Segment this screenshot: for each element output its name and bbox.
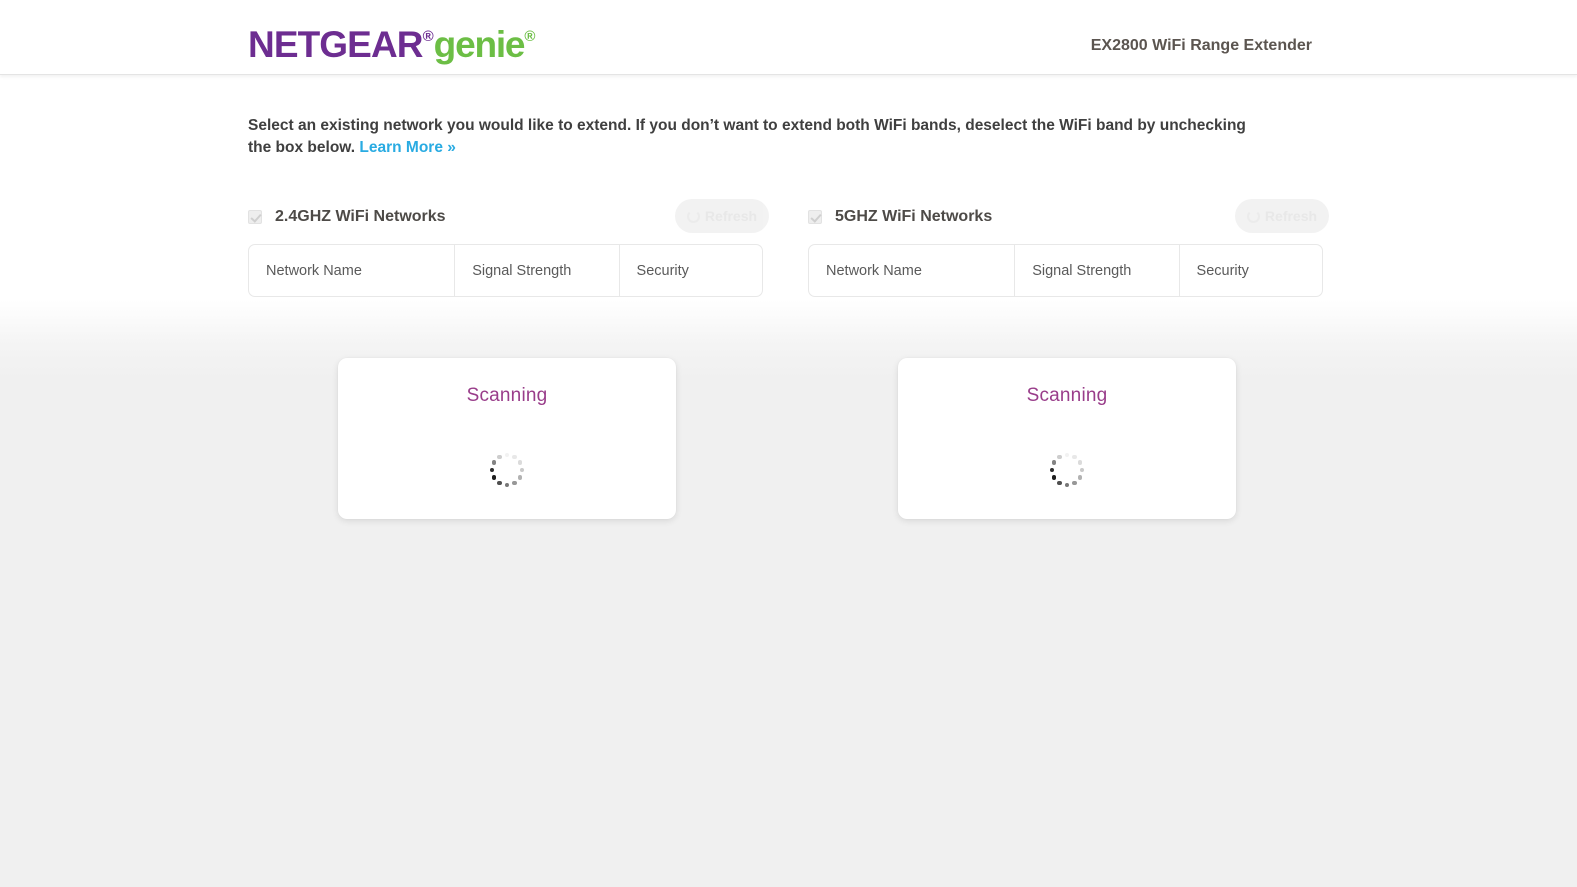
learn-more-link[interactable]: Learn More » — [359, 139, 455, 156]
instruction-line-1: Select an existing network you would lik… — [248, 117, 1156, 134]
refresh-icon — [1246, 209, 1260, 223]
logo-netgear-text: NETGEAR — [248, 24, 424, 65]
band-title-2-4ghz: 2.4GHZ WiFi Networks — [275, 208, 446, 225]
column-header-network-name: Network Name — [249, 245, 456, 296]
loading-spinner-icon — [1047, 450, 1087, 490]
network-table-header-2-4ghz: Network Name Signal Strength Security — [248, 244, 763, 297]
scanning-label: Scanning — [1026, 385, 1108, 406]
refresh-button-label: Refresh — [704, 208, 758, 224]
network-table-header-5ghz: Network Name Signal Strength Security — [808, 244, 1323, 297]
column-header-network-name: Network Name — [809, 245, 1016, 296]
column-header-security: Security — [1196, 262, 1249, 279]
logo-genie-text: genie — [433, 24, 526, 65]
refresh-icon — [686, 209, 700, 223]
column-header-signal-strength: Signal Strength — [455, 245, 620, 296]
column-header-signal-strength: Signal Strength — [1015, 245, 1180, 296]
app-header: NETGEAR®genie® EX2800 WiFi Range Extende… — [0, 0, 1577, 75]
scanning-label: Scanning — [466, 385, 548, 406]
netgear-genie-logo: NETGEAR®genie® — [248, 17, 535, 65]
scanning-card-5ghz: Scanning — [898, 358, 1236, 519]
logo-netgear-registered-mark: ® — [422, 28, 434, 45]
panel-header-2-4ghz: 2.4GHZ WiFi Networks Refresh — [248, 199, 769, 239]
panel-2-4ghz: 2.4GHZ WiFi Networks Refresh Network Nam… — [248, 199, 769, 297]
logo-genie-registered-mark: ® — [524, 28, 536, 45]
column-header-security: Security — [636, 262, 689, 279]
loading-spinner-icon — [487, 450, 527, 490]
instruction-text: Select an existing network you would lik… — [248, 115, 1248, 159]
scanning-card-2-4ghz: Scanning — [338, 358, 676, 519]
refresh-button-2-4ghz[interactable]: Refresh — [675, 199, 769, 233]
refresh-button-5ghz[interactable]: Refresh — [1235, 199, 1329, 233]
device-model-label: EX2800 WiFi Range Extender — [1090, 37, 1312, 54]
checkbox-2-4ghz-enable[interactable] — [248, 210, 262, 224]
refresh-button-label: Refresh — [1264, 208, 1318, 224]
checkbox-5ghz-enable[interactable] — [808, 210, 822, 224]
wifi-band-panels: 2.4GHZ WiFi Networks Refresh Network Nam… — [0, 199, 1577, 333]
panel-5ghz: 5GHZ WiFi Networks Refresh Network Name … — [808, 199, 1329, 297]
band-title-5ghz: 5GHZ WiFi Networks — [835, 208, 993, 225]
panel-header-5ghz: 5GHZ WiFi Networks Refresh — [808, 199, 1329, 239]
